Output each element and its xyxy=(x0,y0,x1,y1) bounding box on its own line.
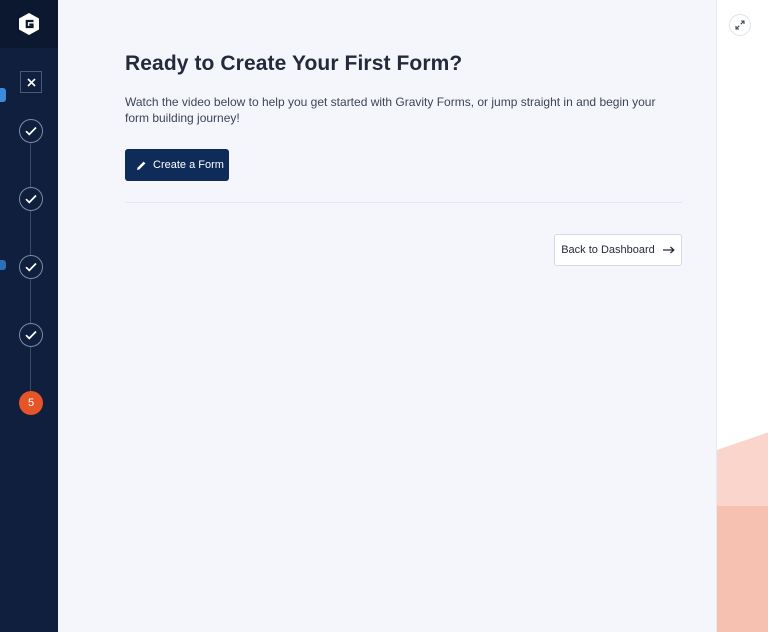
edge-accent xyxy=(0,88,6,102)
divider xyxy=(125,202,682,203)
main-content: Ready to Create Your First Form? Watch t… xyxy=(58,0,716,632)
step-number: 5 xyxy=(27,397,35,409)
close-button[interactable] xyxy=(20,71,42,93)
step-4-complete xyxy=(19,323,43,347)
back-to-dashboard-button[interactable]: Back to Dashboard xyxy=(554,234,682,266)
create-form-button[interactable]: Create a Form xyxy=(125,149,229,181)
decorative-shape xyxy=(717,432,768,632)
close-icon xyxy=(26,77,36,87)
pencil-icon xyxy=(137,161,146,170)
check-icon xyxy=(25,262,37,272)
arrow-right-icon xyxy=(662,246,675,254)
expand-icon xyxy=(735,20,745,30)
back-to-dashboard-label: Back to Dashboard xyxy=(561,244,655,256)
step-3-complete xyxy=(19,255,43,279)
page-description: Watch the video below to help you get st… xyxy=(125,95,656,125)
expand-button[interactable] xyxy=(729,14,751,36)
content-area: Ready to Create Your First Form? Watch t… xyxy=(125,52,682,266)
step-1-complete xyxy=(19,119,43,143)
gravity-forms-logo-icon xyxy=(0,0,58,48)
step-2-complete xyxy=(19,187,43,211)
preview-panel xyxy=(716,0,768,632)
wizard-sidebar: 5 xyxy=(0,0,58,632)
create-form-label: Create a Form xyxy=(153,159,224,171)
page-title: Ready to Create Your First Form? xyxy=(125,52,463,75)
edge-accent xyxy=(0,260,6,270)
check-icon xyxy=(25,126,37,136)
check-icon xyxy=(25,194,37,204)
step-5-current: 5 xyxy=(19,391,43,415)
check-icon xyxy=(25,330,37,340)
